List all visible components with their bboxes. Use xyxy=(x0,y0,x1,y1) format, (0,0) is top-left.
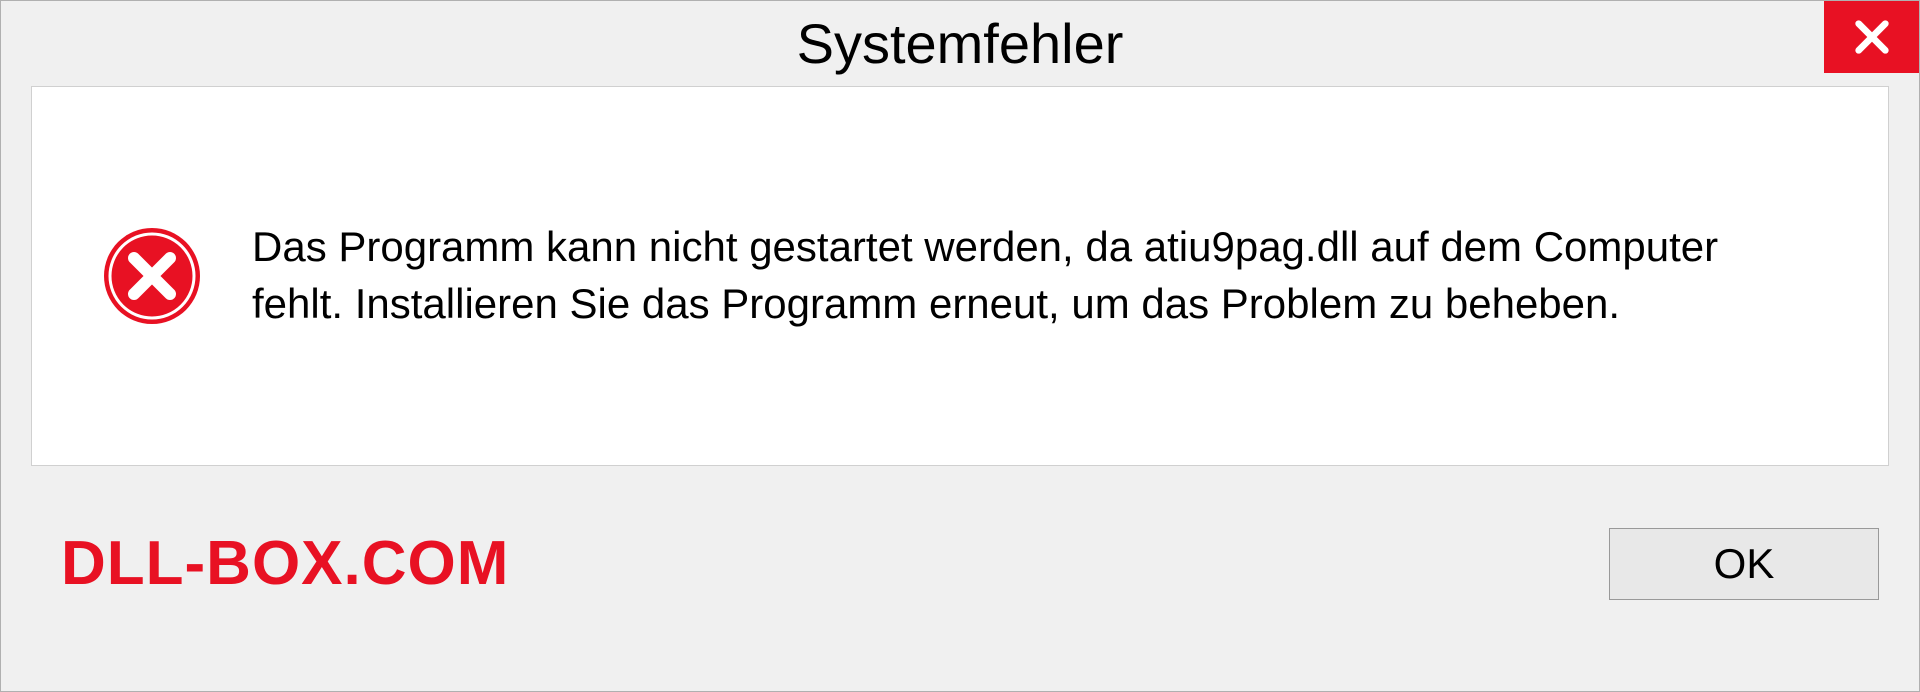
close-button[interactable] xyxy=(1824,1,1919,73)
error-message: Das Programm kann nicht gestartet werden… xyxy=(252,219,1818,332)
close-icon xyxy=(1852,17,1892,57)
dialog-footer: DLL-BOX.COM OK xyxy=(1,466,1919,661)
dialog-title: Systemfehler xyxy=(797,11,1124,76)
error-icon xyxy=(102,226,202,326)
watermark-text: DLL-BOX.COM xyxy=(61,528,509,599)
titlebar: Systemfehler xyxy=(1,1,1919,86)
error-dialog: Systemfehler Das Programm kann nicht ges… xyxy=(0,0,1920,692)
content-area: Das Programm kann nicht gestartet werden… xyxy=(31,86,1889,466)
ok-button[interactable]: OK xyxy=(1609,528,1879,600)
